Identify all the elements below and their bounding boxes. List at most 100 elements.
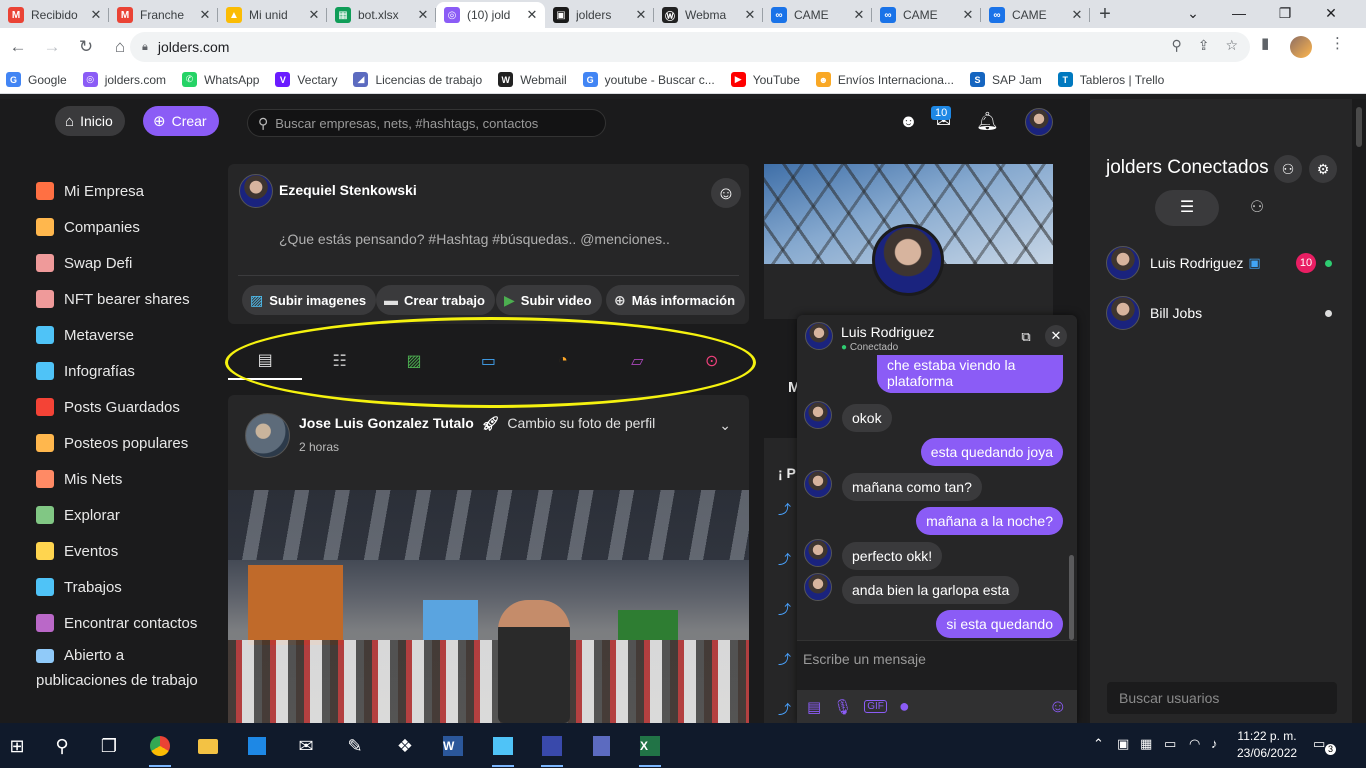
tray-chevron-icon[interactable]: ⌃ [1093, 736, 1104, 752]
browser-tab[interactable]: ◎ (10) jold ✕ [436, 2, 545, 28]
gif-icon[interactable]: GIF [864, 700, 887, 713]
browser-tab[interactable]: ▦ bot.xlsx ✕ [327, 2, 436, 28]
address-bar[interactable]: 🔒︎ jolders.com ⚲ ⇪ ☆ [130, 32, 1250, 62]
bookmark-item[interactable]: ☻ Envíos Internaciona... [815, 72, 954, 87]
tab-all-posts[interactable]: ▤ [228, 342, 303, 380]
url-text[interactable]: jolders.com [158, 39, 230, 55]
calculator-icon[interactable] [584, 729, 618, 763]
location-icon[interactable]: ⚲ [1171, 37, 1181, 54]
bell-icon[interactable]: 🔔︎ [976, 111, 999, 132]
scrollbar-thumb[interactable] [1356, 107, 1362, 147]
tab-search-icon[interactable]: ⌄ [1170, 0, 1216, 28]
sidebar-item-swap[interactable]: Swap Defi [0, 245, 228, 281]
post-author[interactable]: Jose Luis Gonzalez Tutalo 🚀︎ Cambio su f… [299, 415, 655, 432]
task-view-icon[interactable]: ❐ [92, 729, 126, 763]
bookmark-item[interactable]: ✆ WhatsApp [182, 72, 259, 87]
search-input[interactable]: ⚲ Buscar empresas, nets, #hashtags, cont… [247, 109, 606, 137]
snipping-tool-icon[interactable] [535, 729, 569, 767]
side-panel-icon[interactable]: ▮ [1261, 34, 1269, 52]
file-explorer-icon[interactable] [191, 729, 225, 763]
close-tab-icon[interactable]: ✕ [743, 7, 757, 23]
sidebar-item-nft[interactable]: NFT bearer shares [0, 281, 228, 317]
groups-tab[interactable]: ⚇ [1225, 190, 1289, 226]
record-dot-icon[interactable]: ● [899, 696, 910, 717]
forward-icon[interactable]: → [36, 31, 68, 63]
share-icon[interactable]: ⇪ [1198, 37, 1210, 54]
sidebar-item-companies[interactable]: Companies [0, 209, 228, 245]
browser-tab[interactable]: M Franche ✕ [109, 2, 218, 28]
notifications-icon[interactable]: ▭ [1313, 736, 1325, 752]
word-icon[interactable]: W [436, 729, 470, 763]
open-external-icon[interactable]: ⧉ [1015, 325, 1037, 347]
bookmark-item[interactable]: V Vectary [275, 72, 337, 87]
page-scrollbar[interactable] [1352, 99, 1366, 723]
sidebar-item-find-contacts[interactable]: Encontrar contactos [0, 605, 228, 641]
tray-app-icon[interactable]: ▣ [1117, 736, 1129, 752]
create-button[interactable]: ⊕ Crear [143, 106, 219, 136]
sidebar-item-calendar[interactable]: Eventos [0, 533, 228, 569]
sidebar-item-company[interactable]: Mi Empresa [0, 173, 228, 209]
bookmark-item[interactable]: ◢ Licencias de trabajo [353, 72, 482, 87]
menu-kebab-icon[interactable]: ⋮ [1330, 34, 1345, 52]
discord-icon[interactable]: ☻ [899, 111, 918, 132]
close-tab-icon[interactable]: ✕ [89, 7, 103, 23]
bookmark-item[interactable]: Gyoutube - Buscar c... [582, 72, 715, 87]
close-window-icon[interactable]: ✕ [1308, 0, 1354, 28]
close-tab-icon[interactable]: ✕ [1070, 7, 1084, 23]
image-button[interactable]: ▨ Subir imagenes [242, 285, 377, 315]
plus-circle-button[interactable]: ⊕ Más información [606, 285, 746, 315]
tab-images[interactable]: ▨ [377, 342, 451, 380]
gear-icon[interactable]: ⚙ [1309, 155, 1337, 183]
composer-input[interactable]: ¿Que estás pensando? #Hashtag #búsquedas… [279, 231, 670, 247]
close-tab-icon[interactable]: ✕ [198, 7, 212, 23]
close-tab-icon[interactable]: ✕ [961, 7, 975, 23]
new-tab-button[interactable]: + [1090, 2, 1120, 28]
volume-icon[interactable]: ♪ [1211, 736, 1218, 751]
chat-scrollbar[interactable] [1069, 555, 1074, 640]
close-tab-icon[interactable]: ✕ [307, 7, 321, 23]
bookmark-item[interactable]: ◎ jolders.com [82, 72, 166, 87]
tab-music[interactable]: ◔ [526, 342, 600, 380]
connected-user[interactable]: Luis Rodriguez ▣ 10 [1106, 245, 1336, 281]
lock-icon[interactable]: 🔒︎ [142, 41, 148, 54]
emoji-icon[interactable]: ☺ [711, 178, 741, 208]
microphone-icon[interactable]: 🎙︎ [833, 698, 852, 716]
bookmark-item[interactable]: T Tableros | Trello [1057, 72, 1164, 87]
sidebar-item-popular[interactable]: Posteos populares [0, 425, 228, 461]
sidebar-item-nets[interactable]: Mis Nets [0, 461, 228, 497]
tray-app-icon[interactable]: ▦ [1140, 736, 1152, 752]
wifi-icon[interactable]: ◠ [1189, 736, 1200, 752]
browser-tab[interactable]: M Recibido ✕ [0, 2, 109, 28]
contacts-tab[interactable]: ☰ [1155, 190, 1219, 226]
user-search-input[interactable]: Buscar usuarios [1107, 682, 1337, 714]
emoji-picker-icon[interactable]: ☺ [1049, 696, 1067, 717]
search-icon[interactable]: ⚲ [45, 729, 79, 763]
excel-icon[interactable]: X [633, 729, 667, 767]
bookmark-item[interactable]: S SAP Jam [969, 72, 1042, 87]
restore-icon[interactable]: ❐ [1262, 0, 1308, 28]
tab-files[interactable]: ▱ [600, 342, 674, 380]
user-avatar[interactable] [1025, 108, 1053, 136]
close-tab-icon[interactable]: ✕ [852, 7, 866, 23]
post-photo[interactable] [228, 490, 749, 723]
bookmark-star-icon[interactable]: ☆ [1225, 37, 1238, 54]
tab-places[interactable]: ⊙ [675, 342, 749, 380]
mail-icon[interactable]: ✉ [289, 729, 323, 763]
browser-tab[interactable]: Ⓦ Webma ✕ [654, 2, 763, 28]
post-author-avatar[interactable] [245, 413, 290, 458]
reload-icon[interactable]: ↻ [70, 31, 102, 63]
chat-header[interactable]: Luis Rodriguez ● Conectado ⧉ ✕ [797, 315, 1077, 359]
bookmark-item[interactable]: ▶ YouTube [730, 72, 800, 87]
windows-start-icon[interactable]: ⊞ [0, 729, 34, 763]
browser-tab[interactable]: ▣ jolders ✕ [545, 2, 654, 28]
sidebar-item-metaverse[interactable]: Metaverse [0, 317, 228, 353]
briefcase-button[interactable]: ▬ Crear trabajo [376, 285, 495, 315]
post-author-name[interactable]: Jose Luis Gonzalez Tutalo [299, 415, 474, 431]
browser-tab[interactable]: ▲ Mi unid ✕ [218, 2, 327, 28]
tab-list[interactable]: ☷ [302, 342, 376, 380]
bookmark-item[interactable]: G Google [6, 72, 67, 87]
chevron-down-icon[interactable]: ⌄ [719, 417, 731, 434]
tab-videos[interactable]: ▭ [451, 342, 525, 380]
minimize-icon[interactable]: — [1216, 0, 1262, 28]
bookmark-item[interactable]: W Webmail [498, 72, 567, 87]
